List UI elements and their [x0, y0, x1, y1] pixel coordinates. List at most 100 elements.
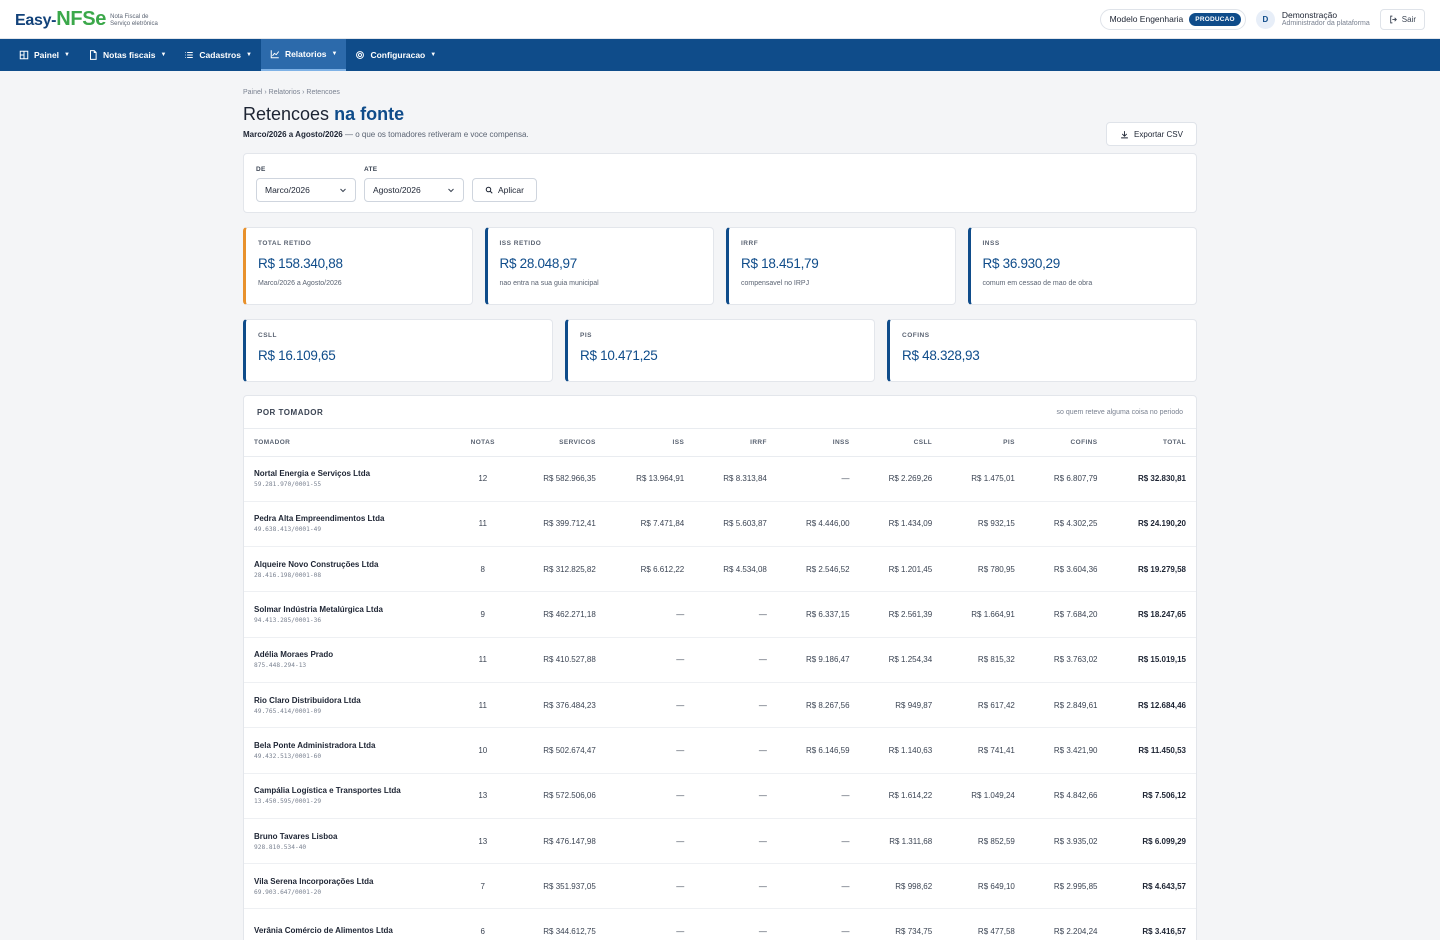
tomador-name[interactable]: Vila Serena Incorporações Ltda	[254, 877, 444, 886]
download-icon	[1121, 130, 1128, 138]
cell-irrf: —	[694, 773, 777, 819]
tomador-name[interactable]: Alqueire Novo Construções Ltda	[254, 560, 444, 569]
cell-csll: R$ 2.269,26	[859, 456, 943, 502]
chevron-down-icon: ▼	[64, 52, 70, 58]
cell-pis: R$ 741,41	[942, 727, 1025, 774]
dashboard-icon	[19, 50, 29, 60]
cell-iss: —	[605, 908, 695, 940]
cell-pis: R$ 649,10	[942, 863, 1025, 910]
cell-cofins: R$ 7.684,20	[1024, 591, 1108, 638]
cell-total: R$ 24.190,20	[1107, 501, 1196, 548]
cell-pis: R$ 1.475,01	[942, 456, 1025, 502]
user-menu[interactable]: D Demonstração Administrador da platafor…	[1255, 9, 1370, 29]
kpi-label: COFINS	[902, 332, 930, 339]
search-icon	[485, 186, 493, 194]
logout-label: Sair	[1401, 14, 1416, 24]
tomador-name[interactable]: Pedra Alta Empreendimentos Ltda	[254, 514, 444, 523]
to-select[interactable]: Agosto/2026	[364, 178, 464, 202]
cell-notas: 11	[454, 682, 512, 729]
column-header-notas[interactable]: NOTAS	[454, 429, 512, 457]
tomador-name[interactable]: Nortal Energia e Serviços Ltda	[254, 469, 444, 478]
column-header-inss[interactable]: INSS	[776, 429, 860, 457]
cell-irrf: —	[694, 682, 777, 729]
export-csv-button[interactable]: Exportar CSV	[1106, 122, 1197, 146]
cell-csll: R$ 1.434,09	[859, 501, 943, 548]
cell-notas: 13	[454, 773, 512, 819]
table-row[interactable]: Nortal Energia e Serviços Ltda 59.281.970…	[244, 456, 1196, 502]
kpi-label: ISS RETIDO	[499, 240, 542, 247]
list-icon	[185, 52, 194, 58]
tomador-name[interactable]: Solmar Indústria Metalúrgica Ltda	[254, 605, 444, 614]
table-row[interactable]: Alqueire Novo Construções Ltda 28.416.198…	[244, 546, 1196, 593]
table-row[interactable]: Adélia Moraes Prado 875.448.294-13 11 R$ 41…	[244, 637, 1196, 683]
kpi-value: R$ 16.109,65	[258, 348, 336, 363]
company-selector[interactable]: Modelo Engenharia PRODUCAO	[1099, 8, 1246, 30]
tomador-name[interactable]: Adélia Moraes Prado	[254, 650, 444, 659]
table-row[interactable]: Vila Serena Incorporações Ltda 69.903.647…	[244, 863, 1196, 910]
apply-button[interactable]: Aplicar	[472, 178, 537, 202]
cell-total: R$ 4.643,57	[1107, 863, 1196, 910]
cell-pis: R$ 477,58	[942, 908, 1025, 940]
cell-inss: R$ 4.446,00	[776, 501, 860, 548]
chevron-down-icon: ▼	[160, 52, 167, 58]
nav-relatorios[interactable]: Relatorios ▼	[260, 39, 347, 71]
column-header-name[interactable]: TOMADOR	[244, 429, 454, 457]
cell-pis: R$ 852,59	[942, 818, 1025, 865]
nav-notas-fiscais[interactable]: Notas fiscais ▼	[79, 39, 175, 71]
cell-total: R$ 18.247,65	[1107, 591, 1196, 638]
chevron-down-icon	[448, 188, 454, 193]
cell-servicos: R$ 351.937,05	[511, 863, 606, 910]
table-row[interactable]: Bruno Tavares Lisboa 928.810.534-40 13 R$ 4…	[244, 818, 1196, 865]
table-row[interactable]: Verânia Comércio de Alimentos Ltda 6 R$ 34…	[244, 908, 1196, 940]
from-value: Marco/2026	[265, 185, 310, 195]
cell-servicos: R$ 376.484,23	[511, 682, 606, 729]
table-row[interactable]: Solmar Indústria Metalúrgica Ltda 94.413.…	[244, 591, 1196, 638]
nav-painel[interactable]: Painel ▼	[10, 39, 79, 71]
nav-configuracao-label: Configuracao	[370, 50, 426, 60]
from-select[interactable]: Marco/2026	[256, 178, 356, 202]
brand-name: Easy-NFSe	[15, 7, 107, 30]
tomador-name[interactable]: Rio Claro Distribuidora Ltda	[254, 696, 444, 705]
nav-configuracao[interactable]: Configuracao ▼	[346, 39, 445, 71]
cell-iss: —	[605, 863, 695, 910]
page-subtitle: Marco/2026 a Agosto/2026 — o que os toma…	[243, 130, 529, 139]
cell-pis: R$ 1.664,91	[942, 591, 1025, 638]
cell-cofins: R$ 4.842,66	[1024, 773, 1108, 819]
cell-csll: R$ 2.561,39	[859, 591, 943, 638]
table-row[interactable]: Campália Logística e Transportes Ltda 13.…	[244, 773, 1196, 819]
table-row[interactable]: Rio Claro Distribuidora Ltda 49.765.414/0…	[244, 682, 1196, 729]
kpi-irrf: IRRF R$ 18.451,79 compensavel no IRPJ	[726, 227, 956, 305]
kpi-sub: compensavel no IRPJ	[741, 280, 810, 287]
nav-cadastros-label: Cadastros	[199, 50, 241, 60]
tomador-name[interactable]: Verânia Comércio de Alimentos Ltda	[254, 926, 444, 935]
tomador-name[interactable]: Campália Logística e Transportes Ltda	[254, 786, 444, 795]
column-header-cofins[interactable]: COFINS	[1024, 429, 1108, 457]
brand-tagline: Nota Fiscal de Serviço eletrônica	[110, 14, 158, 27]
cell-irrf: R$ 8.313,84	[694, 456, 777, 502]
nav-cadastros[interactable]: Cadastros ▼	[175, 39, 261, 71]
tomador-name[interactable]: Bruno Tavares Lisboa	[254, 832, 444, 841]
column-header-iss[interactable]: ISS	[605, 429, 695, 457]
column-header-total[interactable]: TOTAL	[1107, 429, 1196, 457]
cell-total: R$ 12.684,46	[1107, 682, 1196, 729]
kpi-label: INSS	[982, 240, 1000, 247]
cell-pis: R$ 815,32	[942, 637, 1025, 683]
cell-servicos: R$ 502.674,47	[511, 727, 606, 774]
column-header-servicos[interactable]: SERVICOS	[511, 429, 606, 457]
logout-button[interactable]: Sair	[1379, 8, 1425, 30]
kpi-label: CSLL	[258, 332, 277, 339]
kpi-sub: comum em cessao de mao de obra	[982, 280, 1093, 287]
apply-label: Aplicar	[498, 185, 524, 195]
breadcrumb[interactable]: Painel › Relatorios › Retencoes	[243, 89, 1197, 96]
cell-total: R$ 7.506,12	[1107, 773, 1196, 819]
table-row[interactable]: Pedra Alta Empreendimentos Ltda 49.638.41…	[244, 501, 1196, 548]
brand-logo[interactable]: Easy-NFSe Nota Fiscal de Serviço eletrôni…	[15, 8, 158, 31]
kpi-value: R$ 18.451,79	[741, 256, 819, 271]
cell-iss: —	[605, 727, 695, 774]
column-header-pis[interactable]: PIS	[942, 429, 1025, 457]
tomador-document: 69.903.647/0001-20	[254, 888, 322, 896]
column-header-irrf[interactable]: IRRF	[694, 429, 777, 457]
column-header-csll[interactable]: CSLL	[859, 429, 943, 457]
table-row[interactable]: Bela Ponte Administradora Ltda 49.432.513…	[244, 727, 1196, 774]
tomador-name[interactable]: Bela Ponte Administradora Ltda	[254, 741, 444, 750]
